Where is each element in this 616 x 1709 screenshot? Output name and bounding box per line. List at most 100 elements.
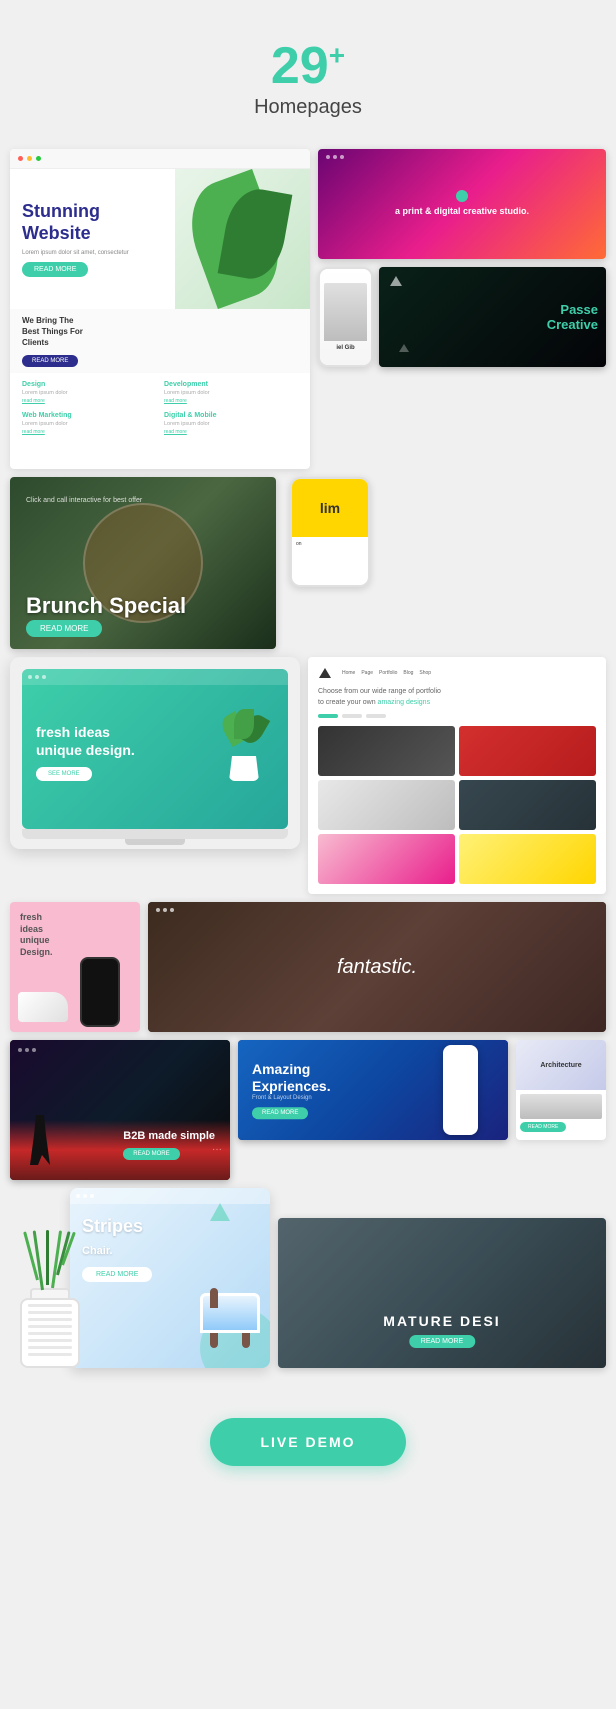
chair-body <box>200 1293 260 1333</box>
plant-vase <box>10 1230 90 1368</box>
portfolio-card: Home Page Portfolio Blog Shop Choose fro… <box>308 657 606 894</box>
page-wrapper: 29+ Homepages StunningWebsite Lorem ipsu… <box>0 0 616 1536</box>
row1: StunningWebsite Lorem ipsum dolor sit am… <box>10 149 606 469</box>
amazing-text: AmazingExpriences. Front & Layout Design… <box>252 1061 331 1119</box>
phone-mockup-daniel: iel Gib <box>318 267 373 367</box>
portfolio-item-3 <box>318 780 455 830</box>
row3: fresh ideasunique design. SEE MORE <box>10 657 606 894</box>
brunch-sub: Click and call interactive for best offe… <box>26 497 142 504</box>
service-marketing: Web Marketing Lorem ipsum dolor read mor… <box>22 412 156 435</box>
brunch-card: Click and call interactive for best offe… <box>10 477 276 649</box>
deco-triangle <box>399 344 409 352</box>
mature-title: MATURE DESI <box>383 1313 500 1329</box>
row4: freshideasuniqueDesign. fantastic. <box>10 902 606 1032</box>
service-design: Design Lorem ipsum dolor read more <box>22 381 156 404</box>
live-demo-button[interactable]: LIVE DEMO <box>210 1418 405 1466</box>
service-digital: Digital & Mobile Lorem ipsum dolor read … <box>164 412 298 435</box>
row6: StripesChair. READ MORE <box>10 1188 606 1368</box>
arch-bottom: READ MORE <box>516 1090 606 1136</box>
phone-name-text: iel Gib <box>336 345 354 351</box>
stripes-chair-card: StripesChair. READ MORE <box>70 1188 270 1368</box>
vase-top <box>30 1288 70 1298</box>
pdot <box>326 155 330 159</box>
hero-right <box>175 169 310 309</box>
live-demo-section: LIVE DEMO <box>0 1398 616 1496</box>
arch-btn[interactable]: READ MORE <box>520 1122 566 1132</box>
chair-leg-right <box>242 1333 250 1348</box>
brunch-btn[interactable]: READ MORE <box>26 620 102 637</box>
portfolio-description: Choose from our wide range of portfolio … <box>318 687 596 708</box>
portfolio-tab-2[interactable] <box>366 714 386 718</box>
passe-creative-card: PasseCreative <box>379 267 606 367</box>
amazing-card: AmazingExpriences. Front & Layout Design… <box>238 1040 508 1140</box>
portfolio-nav-links: Home Page Portfolio Blog Shop <box>342 670 431 676</box>
stunning-website-card: StunningWebsite Lorem ipsum dolor sit am… <box>10 149 310 469</box>
b2b-menu-dots: ··· <box>212 1144 222 1155</box>
mature-btn[interactable]: READ MORE <box>409 1335 475 1348</box>
stunning-title: StunningWebsite <box>22 201 163 244</box>
portfolio-item-1 <box>318 726 455 776</box>
laptop-outer: fresh ideasunique design. SEE MORE <box>10 657 300 849</box>
mountain-icon <box>389 275 403 287</box>
amazing-subtitle: Front & Layout Design <box>252 1095 331 1101</box>
amazing-btn[interactable]: READ MORE <box>252 1107 308 1119</box>
pot-shape <box>229 756 259 781</box>
print-studio-title: a print & digital creative studio. <box>395 206 529 218</box>
grid-area: StunningWebsite Lorem ipsum dolor sit am… <box>0 149 616 1368</box>
portfolio-grid <box>318 726 596 884</box>
phone-yellow-bottom: on <box>292 537 368 551</box>
phone-yellow-top: lim <box>292 479 368 537</box>
phone-person-img <box>324 283 367 340</box>
stripes-title: StripesChair. <box>82 1216 258 1259</box>
portfolio-item-4 <box>459 780 596 830</box>
stunning-subtitle: Lorem ipsum dolor sit amet, consectetur <box>22 250 163 256</box>
plant-leaves <box>224 709 264 759</box>
stunning-btn[interactable]: READ MORE <box>22 262 88 277</box>
phone-yellow-card: lim on <box>290 477 370 587</box>
dot-yellow <box>27 156 32 161</box>
chair-back <box>210 1288 218 1308</box>
card-nav-bar <box>10 149 310 169</box>
pink-card-text: freshideasuniqueDesign. <box>20 912 53 959</box>
hero-left: StunningWebsite Lorem ipsum dolor sit am… <box>10 169 175 309</box>
b2b-btn[interactable]: READ MORE <box>123 1148 179 1160</box>
fantastic-text: fantastic. <box>148 902 606 1032</box>
purple-dots <box>326 155 344 159</box>
amazing-title: AmazingExpriences. <box>252 1061 331 1095</box>
laptop-btn[interactable]: SEE MORE <box>36 767 92 781</box>
teal-dot-deco <box>456 190 468 202</box>
stripes-deco-triangle <box>210 1203 230 1221</box>
count-plus: + <box>329 40 345 71</box>
laptop-nav <box>22 669 288 685</box>
laptop-plant <box>214 701 274 781</box>
service-development: Development Lorem ipsum dolor read more <box>164 381 298 404</box>
portfolio-tab-active[interactable] <box>318 714 338 718</box>
print-studio-card: a print & digital creative studio. <box>318 149 606 259</box>
portfolio-tabs <box>318 714 596 718</box>
fantastic-title: fantastic. <box>337 956 417 979</box>
dot-red <box>18 156 23 161</box>
stripes-btn[interactable]: READ MORE <box>82 1267 152 1282</box>
laptop-card: fresh ideasunique design. SEE MORE <box>10 657 300 849</box>
bring-btn[interactable]: READ MORE <box>22 355 78 367</box>
laptop-screen: fresh ideasunique design. SEE MORE <box>22 669 288 829</box>
row1-right: a print & digital creative studio. iel G… <box>318 149 606 367</box>
amazing-arch-row: AmazingExpriences. Front & Layout Design… <box>238 1040 606 1140</box>
portfolio-tab-1[interactable] <box>342 714 362 718</box>
count-number: 29 <box>271 37 329 95</box>
bring-section: We Bring TheBest Things ForClients READ … <box>10 309 310 373</box>
row2: Click and call interactive for best offe… <box>10 477 606 649</box>
portfolio-item-5 <box>318 834 455 884</box>
limon-text: lim <box>320 500 340 516</box>
phone-amazing <box>443 1045 478 1135</box>
leaf-bg <box>175 169 310 309</box>
pdot <box>340 155 344 159</box>
portfolio-logo <box>318 667 332 679</box>
laptop-title: fresh ideasunique design. <box>36 723 135 759</box>
stripes-content: StripesChair. READ MORE <box>70 1204 270 1294</box>
pink-phone-mockup <box>80 957 120 1027</box>
architecture-card: Architecture READ MORE <box>516 1040 606 1140</box>
brunch-title: Brunch Special <box>26 593 186 619</box>
phone-screen: iel Gib <box>320 269 371 365</box>
fantastic-card: fantastic. <box>148 902 606 1032</box>
